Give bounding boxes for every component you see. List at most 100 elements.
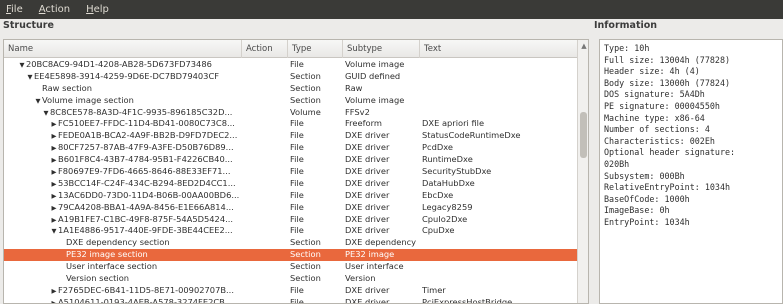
tree-row[interactable]: ▼ EE4E5898-3914-4259-9D6E-DC7BD79403CF Sec…: [4, 71, 577, 83]
tree-row-subtype: DXE driver: [345, 225, 390, 236]
info-line: DOS signature: 5A4Dh: [604, 89, 705, 100]
tree-row-text: Legacy8259: [422, 201, 473, 212]
tree-row-type: File: [290, 118, 304, 129]
tree-row-label: B601F8C4-43B7-4784-95B1-F4226CB40...: [58, 154, 233, 165]
tree-row[interactable]: ▶ A5104611-0193-4AEB-A578-3274FE2CB... Fil…: [4, 296, 577, 304]
tree-row-subtype: GUID defined: [345, 70, 401, 81]
tree-row-subtype: DXE driver: [345, 296, 390, 304]
tree-row-label: 20BC8AC9-94D1-4208-AB28-5D673FD73486: [26, 59, 212, 69]
tree-row[interactable]: ▶ A19B1FE7-C1BC-49F8-875F-54A5D5424... Fil…: [4, 214, 577, 226]
menu-file[interactable]: File: [4, 4, 23, 15]
tree-row[interactable]: ▼ Volume image section Section Volume image: [4, 95, 577, 107]
tree-row-type: File: [290, 130, 304, 141]
tree-row[interactable]: DXE dependency section Section DXE depende…: [4, 237, 577, 249]
tree-row-name: Version section: [4, 273, 242, 285]
tree-row[interactable]: ▶ 13AC6DD0-73D0-11D4-B06B-00AA00BD6... Fil…: [4, 190, 577, 202]
tree-row-subtype: DXE driver: [345, 213, 390, 224]
column-header-action[interactable]: Action: [242, 40, 288, 58]
tree-row-text: RuntimeDxe: [422, 154, 473, 165]
tree-row[interactable]: ▼ 1A1E4886-9517-440E-9FDE-3BE44CEE2... Fil…: [4, 225, 577, 237]
tree-row-type: Section: [290, 70, 321, 81]
vertical-scrollbar[interactable]: ▲: [577, 40, 588, 303]
tree-row-name: Raw section: [4, 83, 242, 95]
tree-row-text: CpuDxe: [422, 225, 455, 236]
info-line: Subsystem: 000Bh: [604, 170, 685, 181]
tree-row-label: PE32 image section: [66, 249, 148, 260]
tree-row-subtype: Raw: [345, 82, 363, 93]
tree-row-type: File: [290, 284, 304, 295]
tree-row[interactable]: ▶ 79CA4208-BBA1-4A9A-8456-E1E66A814... Fil…: [4, 202, 577, 214]
tree-row-subtype: User interface: [345, 261, 404, 272]
menu-help[interactable]: Help: [84, 4, 109, 15]
column-header-name[interactable]: Name: [4, 40, 242, 58]
tree-row[interactable]: ▼ 8C8CE578-8A3D-4F1C-9935-896185C32D... Vo…: [4, 107, 577, 119]
tree-row-label: 80CF7257-87AB-47F9-A3FE-D50B76D89...: [58, 142, 234, 153]
tree-row-label: 8C8CE578-8A3D-4F1C-9935-896185C32D...: [50, 106, 233, 117]
tree-row-subtype: DXE driver: [345, 130, 390, 141]
tree-row[interactable]: PE32 image section Section PE32 image: [4, 249, 577, 262]
tree-row-subtype: PE32 image: [345, 249, 395, 260]
tree-row[interactable]: ▶ 53BCC14F-C24F-434C-B294-8ED2D4CC1... Fil…: [4, 178, 577, 190]
menu-action[interactable]: Action: [37, 4, 70, 15]
info-line: BaseOfCode: 1000h: [604, 193, 690, 204]
tree-row-type: Section: [290, 82, 321, 93]
expand-right-icon[interactable]: ▶: [50, 298, 58, 303]
tree-row-type: File: [290, 142, 304, 153]
column-header-type[interactable]: Type: [288, 40, 343, 58]
tree-row[interactable]: ▶ F80697E9-7FD6-4665-8646-88E33EF71... Fil…: [4, 166, 577, 178]
tree-row-label: FC510EE7-FFDC-11D4-BD41-0080C73C8...: [58, 118, 235, 129]
tree-row-label: 13AC6DD0-73D0-11D4-B06B-00AA00BD6...: [58, 189, 240, 200]
tree-row-label: User interface section: [66, 261, 158, 272]
info-line: Header size: 4h (4): [604, 66, 700, 77]
tree-row-label: 79CA4208-BBA1-4A9A-8456-E1E66A814...: [58, 201, 234, 212]
tree-row-type: File: [290, 166, 304, 177]
tree-row-subtype: DXE dependency: [345, 237, 417, 248]
tree-row[interactable]: ▶ 80CF7257-87AB-47F9-A3FE-D50B76D89... Fil…: [4, 142, 577, 154]
tree-row[interactable]: Raw section Section Raw: [4, 83, 577, 95]
tree-row-label: DXE dependency section: [66, 237, 170, 248]
tree-row-name: PE32 image section: [4, 249, 242, 261]
scroll-up-icon[interactable]: ▲: [580, 42, 588, 50]
structure-tree[interactable]: Name Action Type Subtype Text ▼ 20BC8AC9-…: [3, 39, 589, 304]
tree-rows: ▼ 20BC8AC9-94D1-4208-AB28-5D673FD73486 Fil…: [4, 59, 577, 304]
column-header-subtype[interactable]: Subtype: [343, 40, 420, 58]
tree-row-label: Volume image section: [42, 94, 134, 105]
tree-row[interactable]: Version section Section Version: [4, 273, 577, 285]
menu-bar: File Action Help: [0, 0, 783, 19]
tree-row-type: Section: [290, 249, 321, 260]
tree-row-label: Version section: [66, 273, 130, 284]
tree-row-text: Timer: [422, 284, 446, 295]
tree-row[interactable]: User interface section Section User interf…: [4, 261, 577, 273]
tree-row-label: Raw section: [42, 82, 92, 93]
tree-row[interactable]: ▶ FEDE0A1B-BCA2-4A9F-BB2B-D9FD7DEC2... Fil…: [4, 130, 577, 142]
tree-row[interactable]: ▼ 20BC8AC9-94D1-4208-AB28-5D673FD73486 Fil…: [4, 59, 577, 71]
tree-row-subtype: DXE driver: [345, 166, 390, 177]
information-text[interactable]: Type: 10h Full size: 13004h (77828) Header…: [599, 39, 783, 304]
tree-row-text: EbcDxe: [422, 189, 454, 200]
tree-row-type: Section: [290, 273, 321, 284]
tree-row[interactable]: ▶ F2765DEC-6B41-11D5-8E71-00902707B... Fil…: [4, 285, 577, 297]
tree-header: Name Action Type Subtype Text: [4, 40, 577, 58]
tree-row-label: 53BCC14F-C24F-434C-B294-8ED2D4CC1...: [58, 177, 236, 188]
tree-row-text: SecurityStubDxe: [422, 166, 492, 177]
tree-row-subtype: DXE driver: [345, 177, 390, 188]
tree-row[interactable]: ▶ FC510EE7-FFDC-11D4-BD41-0080C73C8... Fil…: [4, 118, 577, 130]
column-header-text[interactable]: Text: [420, 40, 577, 58]
tree-row-type: File: [290, 189, 304, 200]
tree-row-subtype: Freeform: [345, 118, 382, 129]
tree-row[interactable]: ▶ B601F8C4-43B7-4784-95B1-F4226CB40... Fil…: [4, 154, 577, 166]
tree-row-text: PciExpressHostBridge: [422, 296, 513, 304]
info-line: Machine type: x86-64: [604, 112, 705, 123]
info-line: EntryPoint: 1034h: [604, 216, 690, 227]
scrollbar-thumb[interactable]: [580, 112, 587, 158]
info-line: PE signature: 00004550h: [604, 100, 720, 111]
tree-row-type: File: [290, 296, 304, 304]
tree-row-type: Volume: [290, 106, 321, 117]
tree-row-subtype: Volume image: [345, 59, 405, 69]
tree-row-name: User interface section: [4, 261, 242, 273]
tree-row-name: DXE dependency section: [4, 237, 242, 249]
tree-row-type: Section: [290, 261, 321, 272]
tree-row-name: ▶ A5104611-0193-4AEB-A578-3274FE2CB...: [4, 297, 242, 303]
tree-row-type: File: [290, 59, 304, 69]
tree-row-label: A19B1FE7-C1BC-49F8-875F-54A5D5424...: [58, 213, 234, 224]
